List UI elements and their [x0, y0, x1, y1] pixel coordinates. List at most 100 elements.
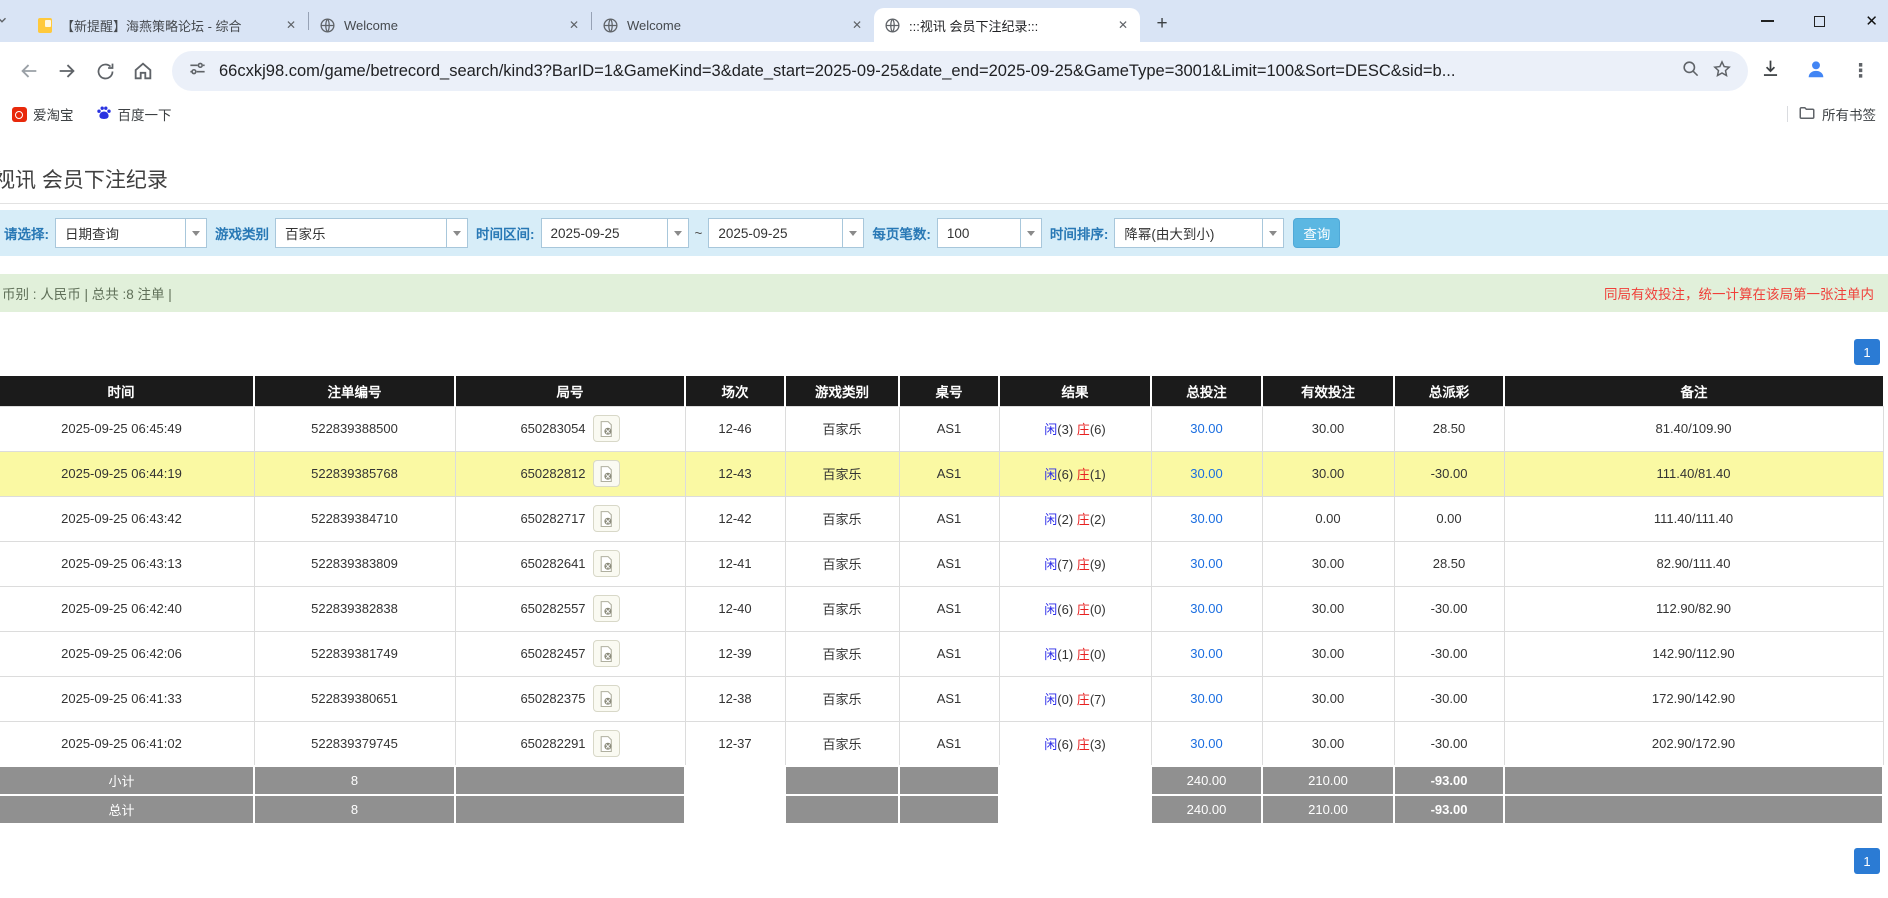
- pagination-top: 1: [0, 339, 1888, 365]
- chevron-down-icon[interactable]: [667, 219, 688, 247]
- video-record-icon[interactable]: [593, 685, 620, 712]
- cell-result: 闲(3) 庄(6): [999, 406, 1151, 451]
- player-count: (7): [1057, 557, 1077, 572]
- chevron-down-icon[interactable]: [1262, 219, 1283, 247]
- cell-valid-bet: 30.00: [1262, 406, 1394, 451]
- bet-record-row[interactable]: 2025-09-25 06:44:19522839385768650282812…: [0, 451, 1883, 496]
- bet-record-row[interactable]: 2025-09-25 06:45:49522839388500650283054…: [0, 406, 1883, 451]
- cell-payout: 0.00: [1394, 496, 1504, 541]
- bet-record-row[interactable]: 2025-09-25 06:42:40522839382838650282557…: [0, 586, 1883, 631]
- video-record-icon[interactable]: [593, 415, 620, 442]
- page-number-button[interactable]: 1: [1854, 848, 1880, 874]
- total-bet-link[interactable]: 30.00: [1190, 601, 1223, 616]
- bet-record-row[interactable]: 2025-09-25 06:43:13522839383809650282641…: [0, 541, 1883, 586]
- cell-game-type: 百家乐: [785, 541, 899, 586]
- date-end-value[interactable]: 2025-09-25: [709, 219, 842, 247]
- menu-icon[interactable]: ⋮: [1851, 60, 1870, 83]
- total-bet-link[interactable]: 30.00: [1190, 556, 1223, 571]
- cell-valid-bet: 30.00: [1262, 451, 1394, 496]
- browser-tab[interactable]: :::视讯 会员下注纪录:::✕: [874, 8, 1140, 42]
- chevron-down-icon[interactable]: [185, 219, 206, 247]
- tune-icon[interactable]: [188, 59, 207, 83]
- game-type-value[interactable]: 百家乐: [276, 219, 446, 247]
- tab-close-icon[interactable]: ✕: [565, 16, 583, 34]
- chevron-down-icon[interactable]: [446, 219, 467, 247]
- search-button[interactable]: 查询: [1293, 218, 1340, 248]
- bookmark-item[interactable]: 爱淘宝: [12, 104, 74, 124]
- video-record-icon[interactable]: [593, 550, 620, 577]
- bet-record-row[interactable]: 2025-09-25 06:43:42522839384710650282717…: [0, 496, 1883, 541]
- banker-result: 庄: [1077, 737, 1090, 752]
- total-bet-link[interactable]: 30.00: [1190, 646, 1223, 661]
- sort-value[interactable]: 降幂(由大到小): [1115, 219, 1262, 247]
- bookmark-star-icon[interactable]: [1712, 59, 1732, 84]
- video-record-icon[interactable]: [593, 640, 620, 667]
- video-record-icon[interactable]: [593, 460, 620, 487]
- bet-record-row[interactable]: 2025-09-25 06:42:06522839381749650282457…: [0, 631, 1883, 676]
- bet-record-row[interactable]: 2025-09-25 06:41:33522839380651650282375…: [0, 676, 1883, 721]
- all-bookmarks-label: 所有书签: [1822, 104, 1876, 124]
- page-size-select[interactable]: 100: [937, 218, 1042, 248]
- summary-count: 8: [254, 766, 455, 795]
- cell-time: 2025-09-25 06:44:19: [0, 451, 254, 496]
- browser-tab[interactable]: 【新提醒】海燕策略论坛 - 综合✕: [26, 8, 308, 42]
- all-bookmarks[interactable]: 所有书签: [1787, 104, 1876, 125]
- video-record-icon[interactable]: [593, 595, 620, 622]
- player-count: (6): [1057, 737, 1077, 752]
- url-text[interactable]: 66cxkj98.com/game/betrecord_search/kind3…: [219, 62, 1669, 81]
- total-bet-link[interactable]: 30.00: [1190, 511, 1223, 526]
- summary-payout: -93.00: [1394, 766, 1504, 795]
- game-type-select[interactable]: 百家乐: [275, 218, 468, 248]
- video-record-icon[interactable]: [593, 505, 620, 532]
- date-start-select[interactable]: 2025-09-25: [541, 218, 689, 248]
- back-icon[interactable]: [10, 52, 48, 90]
- tab-search-chevron-icon[interactable]: [0, 13, 9, 32]
- zoom-icon[interactable]: [1681, 59, 1700, 83]
- date-range-label: 时间区间:: [476, 223, 535, 243]
- page-number-button[interactable]: 1: [1854, 339, 1880, 365]
- date-start-value[interactable]: 2025-09-25: [542, 219, 667, 247]
- browser-tab[interactable]: Welcome✕: [592, 8, 874, 42]
- query-type-value[interactable]: 日期查询: [56, 219, 185, 247]
- summary-empty: [785, 795, 899, 824]
- summary-bar: 币别 : 人民币 | 总共 :8 注单 | 同局有效投注，统一计算在该局第一张注…: [0, 274, 1888, 312]
- video-record-icon[interactable]: [593, 730, 620, 757]
- address-bar[interactable]: 66cxkj98.com/game/betrecord_search/kind3…: [172, 51, 1748, 91]
- minimize-icon[interactable]: [1761, 20, 1774, 22]
- total-bet-link[interactable]: 30.00: [1190, 736, 1223, 751]
- column-header: 桌号: [899, 376, 999, 406]
- globe-icon: [319, 17, 336, 34]
- download-icon[interactable]: [1760, 58, 1781, 84]
- maximize-icon[interactable]: [1814, 16, 1825, 27]
- new-tab-button[interactable]: +: [1148, 11, 1176, 39]
- total-bet-link[interactable]: 30.00: [1190, 691, 1223, 706]
- sort-select[interactable]: 降幂(由大到小): [1114, 218, 1284, 248]
- tab-close-icon[interactable]: ✕: [282, 16, 300, 34]
- summary-empty: [1504, 795, 1883, 824]
- column-header: 场次: [685, 376, 785, 406]
- date-end-select[interactable]: 2025-09-25: [708, 218, 864, 248]
- reload-icon[interactable]: [86, 52, 124, 90]
- forward-icon[interactable]: [48, 52, 86, 90]
- close-icon[interactable]: ✕: [1865, 14, 1878, 29]
- home-icon[interactable]: [124, 52, 162, 90]
- chevron-down-icon[interactable]: [842, 219, 863, 247]
- page-size-value[interactable]: 100: [938, 219, 1020, 247]
- total-bet-link[interactable]: 30.00: [1190, 421, 1223, 436]
- profile-icon[interactable]: [1805, 58, 1827, 85]
- browser-tab[interactable]: Welcome✕: [309, 8, 591, 42]
- cell-note: 111.40/111.40: [1504, 496, 1883, 541]
- tab-close-icon[interactable]: ✕: [848, 16, 866, 34]
- cell-total-bet: 30.00: [1151, 721, 1262, 766]
- bet-record-row[interactable]: 2025-09-25 06:41:02522839379745650282291…: [0, 721, 1883, 766]
- bookmarks-bar: 爱淘宝 百度一下 所有书签: [0, 100, 1888, 128]
- chevron-down-icon[interactable]: [1020, 219, 1041, 247]
- query-type-select[interactable]: 日期查询: [55, 218, 207, 248]
- cell-game-type: 百家乐: [785, 586, 899, 631]
- tab-close-icon[interactable]: ✕: [1114, 16, 1132, 34]
- summary-label: 总计: [0, 795, 254, 824]
- cell-total-bet: 30.00: [1151, 586, 1262, 631]
- bookmark-item[interactable]: 百度一下: [96, 104, 172, 124]
- summary-empty: [999, 795, 1151, 824]
- total-bet-link[interactable]: 30.00: [1190, 466, 1223, 481]
